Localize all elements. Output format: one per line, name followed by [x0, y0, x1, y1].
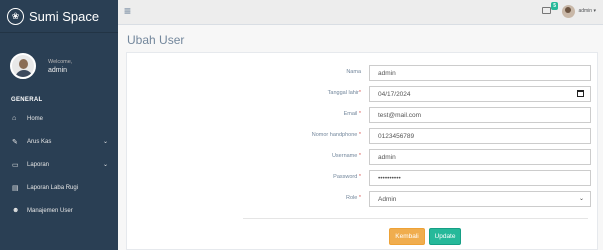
avatar — [10, 53, 36, 79]
role-label: Role * — [346, 195, 361, 201]
nama-input[interactable]: admin — [369, 65, 591, 81]
tanggal-label: Tanggal lahir* — [327, 90, 361, 96]
sidebar-menu: ⌂ Home ✎ Arus Kas ⌄ ▭ Laporan ⌄ ▤ Lapora… — [0, 107, 118, 222]
tanggal-value: 04/17/2024 — [378, 91, 411, 98]
chevron-down-icon: ⌄ — [102, 139, 108, 145]
desktop-icon: ▭ — [12, 161, 19, 169]
section-title: GENERAL — [11, 97, 43, 103]
notification-badge: 5 — [551, 2, 558, 10]
form-row-tanggal: Tanggal lahir* 04/17/2024 — [127, 86, 597, 102]
update-button[interactable]: Update — [429, 228, 461, 245]
brand-title: Sumi Space — [29, 8, 100, 24]
sidebar-item-label: Laporan Laba Rugi — [27, 184, 79, 191]
form-row-phone: Nomor handphone * 0123456789 — [127, 128, 597, 144]
calendar-icon[interactable] — [577, 90, 584, 97]
sidebar-item-label: Home — [27, 115, 44, 122]
form-row-username: Username * admin — [127, 149, 597, 165]
brand[interactable]: ❀ Sumi Space — [0, 0, 118, 33]
profile-name: admin — [48, 66, 68, 74]
role-value: Admin — [378, 196, 397, 203]
sidebar-item-laporan-laba-rugi[interactable]: ▤ Laporan Laba Rugi — [0, 176, 118, 199]
user-menu[interactable]: admin ▾ — [578, 8, 596, 14]
divider — [243, 218, 588, 219]
top-nav: ≡ 5 admin ▾ — [118, 0, 603, 25]
phone-input[interactable]: 0123456789 — [369, 128, 591, 144]
mail-icon[interactable] — [542, 7, 551, 14]
form-row-role: Role * Admin ⌄ — [127, 191, 597, 207]
form-row-password: Password * •••••••••• — [127, 170, 597, 186]
sidebar-item-home[interactable]: ⌂ Home — [0, 107, 118, 130]
chevron-down-icon: ⌄ — [102, 162, 108, 168]
password-input[interactable]: •••••••••• — [369, 170, 591, 186]
sidebar-item-manajemen-user[interactable]: ☻ Manajemen User — [0, 199, 118, 222]
form-panel: Nama admin Tanggal lahir* 04/17/2024 Ema… — [126, 52, 598, 250]
form-row-nama: Nama admin — [127, 65, 597, 81]
user-avatar[interactable] — [562, 5, 575, 18]
tanggal-input[interactable]: 04/17/2024 — [369, 86, 591, 102]
sidebar: ❀ Sumi Space Welcome, admin GENERAL ⌂ Ho… — [0, 0, 118, 250]
page-title: Ubah User — [127, 33, 185, 47]
sidebar-item-label: Arus Kas — [27, 138, 52, 145]
home-icon: ⌂ — [12, 115, 17, 122]
form-row-email: Email * test@mail.com — [127, 107, 597, 123]
email-input[interactable]: test@mail.com — [369, 107, 591, 123]
username-label: Username * — [331, 153, 361, 159]
username-input[interactable]: admin — [369, 149, 591, 165]
sidebar-item-label: Laporan — [27, 161, 50, 168]
back-button[interactable]: Kembali — [389, 228, 425, 245]
paw-icon: ❀ — [7, 7, 24, 25]
menu-toggle-icon[interactable]: ≡ — [124, 4, 131, 18]
edit-icon: ✎ — [12, 138, 18, 146]
sidebar-item-arus-kas[interactable]: ✎ Arus Kas ⌄ — [0, 130, 118, 153]
role-select[interactable]: Admin ⌄ — [369, 191, 591, 207]
table-icon: ▤ — [12, 184, 19, 192]
users-icon: ☻ — [12, 207, 20, 214]
welcome-text: Welcome, — [48, 58, 73, 65]
email-label: Email * — [343, 111, 361, 117]
sidebar-item-laporan[interactable]: ▭ Laporan ⌄ — [0, 153, 118, 176]
nama-label: Nama — [346, 69, 361, 75]
sidebar-item-label: Manajemen User — [27, 207, 73, 214]
profile-block: Welcome, admin — [0, 33, 118, 91]
password-label: Password * — [333, 174, 361, 180]
chevron-down-icon: ⌄ — [578, 196, 584, 202]
phone-label: Nomor handphone * — [311, 132, 361, 138]
